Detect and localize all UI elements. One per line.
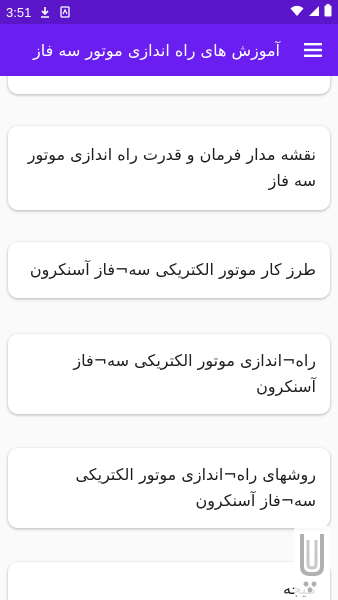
list-item-label: روشهای راه¬اندازی موتور الکتریکی سه¬فاز … — [75, 465, 316, 510]
list-item[interactable]: روشهای راه¬اندازی موتور الکتریکی سه¬فاز … — [8, 448, 330, 528]
page-title: آموزش های راه اندازی موتور سه فاز — [33, 40, 280, 60]
list-item[interactable]: نتیجه — [8, 562, 330, 600]
status-bar: 3:51 — [0, 0, 338, 24]
hamburger-menu-icon — [304, 43, 322, 57]
status-time: 3:51 — [6, 4, 32, 20]
sim-card-icon — [59, 6, 71, 18]
list-item[interactable]: راه¬اندازی موتور الکتریکی سه¬فاز آسنکرون — [8, 334, 330, 414]
list-item[interactable] — [8, 76, 330, 94]
list-item-label: راه¬اندازی موتور الکتریکی سه¬فاز آسنکرون — [73, 351, 316, 396]
menu-button[interactable] — [300, 37, 326, 63]
list-item-label: نقشه مدار فرمان و قدرت راه اندازی موتور … — [27, 145, 316, 190]
app-bar: آموزش های راه اندازی موتور سه فاز — [0, 24, 338, 76]
list-item[interactable]: طرز کار موتور الکتریکی سه¬فاز آسنکرون — [8, 242, 330, 298]
battery-icon — [324, 4, 332, 20]
lesson-list[interactable]: نقشه مدار فرمان و قدرت راه اندازی موتور … — [0, 76, 338, 600]
signal-icon — [308, 5, 320, 20]
download-icon — [39, 6, 51, 18]
list-item-label: طرز کار موتور الکتریکی سه¬فاز آسنکرون — [29, 260, 316, 279]
bazaar-watermark-icon — [294, 526, 330, 596]
wifi-icon — [290, 5, 304, 20]
list-item[interactable]: نقشه مدار فرمان و قدرت راه اندازی موتور … — [8, 126, 330, 210]
